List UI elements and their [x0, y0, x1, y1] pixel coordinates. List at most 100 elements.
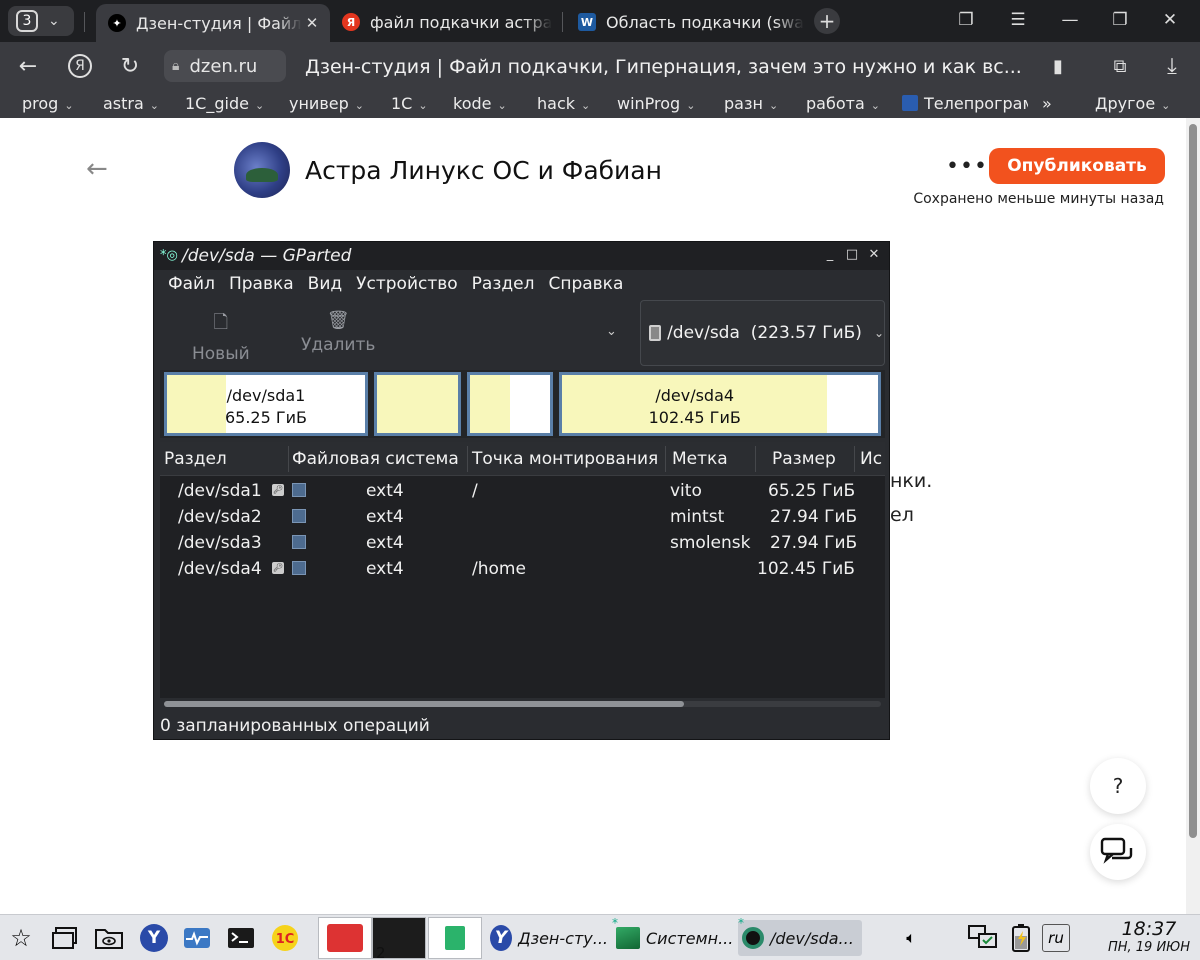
- table-horizontal-scrollbar[interactable]: [164, 701, 881, 707]
- scrollbar-thumb[interactable]: [164, 701, 684, 707]
- bookmark-folder-prog[interactable]: prog ⌄: [22, 94, 74, 113]
- tab-dzen-studio[interactable]: ✦ Дзен-студия | Файл подкачки ✕: [96, 4, 330, 42]
- keyboard-layout-indicator[interactable]: ru: [1042, 924, 1070, 952]
- bookmarks-overflow-icon[interactable]: »: [1042, 94, 1052, 113]
- bookmark-folder-razn[interactable]: разн ⌄: [724, 94, 778, 113]
- bookmark-folder-hack[interactable]: hack ⌄: [537, 94, 590, 113]
- task-yandex-browser[interactable]: Y Дзен-сту...: [486, 920, 608, 956]
- page-title-text[interactable]: Дзен-студия | Файл подкачки, Гипернация,…: [305, 56, 1022, 78]
- partition-block-sda2[interactable]: [374, 372, 461, 436]
- start-star-icon[interactable]: ☆: [6, 923, 36, 953]
- reload-icon[interactable]: ↻: [116, 52, 144, 80]
- tab-counter-button[interactable]: 3 ⌄: [8, 6, 74, 36]
- bookmark-folder-1c[interactable]: 1С ⌄: [391, 94, 428, 113]
- bookmark-icon[interactable]: ▮: [1044, 52, 1072, 80]
- bookmark-panel-icon[interactable]: ❐: [954, 10, 978, 30]
- file-manager-icon[interactable]: [94, 923, 124, 953]
- workspace-thumbnail-1[interactable]: [318, 917, 372, 959]
- network-icon[interactable]: [968, 923, 998, 953]
- channel-avatar[interactable]: [234, 142, 290, 198]
- partition-block-sda4[interactable]: /dev/sda4 102.45 ГиБ: [559, 372, 881, 436]
- column-divider[interactable]: [665, 446, 666, 472]
- back-icon[interactable]: ←: [14, 52, 42, 80]
- menu-view[interactable]: Вид: [308, 274, 342, 294]
- delete-partition-button[interactable]: 🗑︎ Удалить: [301, 310, 375, 355]
- back-arrow-icon[interactable]: ←: [86, 154, 108, 184]
- restore-icon[interactable]: ❐: [1108, 10, 1132, 30]
- column-divider[interactable]: [288, 446, 289, 472]
- more-options-icon[interactable]: •••: [946, 154, 988, 179]
- yandex-browser-icon[interactable]: Y: [140, 924, 168, 952]
- column-mountpoint[interactable]: Точка монтирования: [472, 449, 658, 469]
- close-window-icon[interactable]: ✕: [1158, 10, 1182, 30]
- task-system-monitor[interactable]: * Системн...: [612, 916, 734, 956]
- new-tab-button[interactable]: +: [814, 8, 840, 34]
- menu-partition[interactable]: Раздел: [472, 274, 535, 294]
- bookmark-label: универ: [289, 94, 349, 113]
- menu-device[interactable]: Устройство: [356, 274, 458, 294]
- partition-block-sda1[interactable]: /dev/sda1 65.25 ГиБ: [164, 372, 368, 436]
- close-tab-icon[interactable]: ✕: [302, 14, 322, 32]
- bookmark-folder-astra[interactable]: astra ⌄: [103, 94, 159, 113]
- bookmark-folder-1c-gide[interactable]: 1C_gide ⌄: [185, 94, 264, 113]
- chevron-down-icon: ⌄: [497, 99, 507, 112]
- column-label[interactable]: Метка: [672, 449, 728, 469]
- table-row[interactable]: /dev/sda4 🔑︎ ext4 /home 102.45 ГиБ: [160, 556, 885, 582]
- column-divider[interactable]: [755, 446, 756, 472]
- download-icon[interactable]: ⤓: [1158, 52, 1186, 80]
- battery-icon[interactable]: [1006, 923, 1036, 953]
- publish-button[interactable]: Опубликовать: [989, 148, 1165, 184]
- toolbar-overflow-chevron-icon[interactable]: ⌄: [606, 324, 617, 339]
- menu-help[interactable]: Справка: [548, 274, 623, 294]
- bookmark-folder-winprog[interactable]: winProg ⌄: [617, 94, 695, 113]
- system-monitor-icon[interactable]: [182, 923, 212, 953]
- terminal-icon[interactable]: [226, 923, 256, 953]
- tab-yandex-search[interactable]: Я файл подкачки астра линукс: [330, 4, 552, 40]
- gparted-window: *◎ /dev/sda — GParted _ □ ✕ Файл Правка …: [153, 241, 890, 740]
- chat-bubbles-icon: [1100, 837, 1133, 864]
- bookmark-teleprogramma[interactable]: Телепрограмма: [902, 94, 1028, 113]
- task-gparted[interactable]: * /dev/sda...: [738, 916, 862, 956]
- bookmark-folder-other[interactable]: Другое ⌄: [1095, 94, 1170, 113]
- table-row[interactable]: /dev/sda2 ext4 mintst 27.94 ГиБ: [160, 504, 885, 530]
- url-field[interactable]: 🔒︎ dzen.ru: [164, 50, 286, 82]
- maximize-icon[interactable]: □: [844, 247, 860, 262]
- menu-file[interactable]: Файл: [168, 274, 215, 294]
- table-row[interactable]: /dev/sda1 🔑︎ ext4 / vito 65.25 ГиБ: [160, 478, 885, 504]
- bookmark-folder-kode[interactable]: kode ⌄: [453, 94, 507, 113]
- extensions-icon[interactable]: ⧉: [1106, 52, 1134, 80]
- 1c-icon[interactable]: 1С: [270, 923, 300, 953]
- gparted-titlebar[interactable]: *◎ /dev/sda — GParted _ □ ✕: [154, 242, 889, 270]
- volume-icon[interactable]: 🔈︎: [896, 923, 926, 953]
- new-partition-button[interactable]: 🗋︎ Новый: [192, 310, 250, 364]
- bookmark-label: разн: [724, 94, 763, 113]
- partition-block-sda3[interactable]: [467, 372, 553, 436]
- menu-edit[interactable]: Правка: [229, 274, 294, 294]
- column-size[interactable]: Размер: [772, 449, 836, 469]
- close-icon[interactable]: ✕: [866, 247, 882, 262]
- chat-icon[interactable]: [1090, 824, 1146, 880]
- column-divider[interactable]: [467, 446, 468, 472]
- minimize-icon[interactable]: —: [1058, 10, 1082, 30]
- page-scrollbar[interactable]: [1186, 118, 1200, 914]
- column-used[interactable]: Ис: [860, 449, 882, 469]
- menu-icon[interactable]: ☰: [1006, 10, 1030, 30]
- bookmark-folder-univer[interactable]: универ ⌄: [289, 94, 364, 113]
- column-divider[interactable]: [854, 446, 855, 472]
- column-partition[interactable]: Раздел: [164, 449, 227, 469]
- clock-date: ПН, 19 ИЮН: [1107, 940, 1190, 955]
- device-selector[interactable]: /dev/sda (223.57 ГиБ) ⌄: [640, 300, 885, 366]
- help-button[interactable]: ?: [1090, 758, 1146, 814]
- workspace-thumbnail-2[interactable]: 2: [372, 917, 426, 960]
- windows-icon[interactable]: [50, 923, 80, 953]
- workspace-thumbnail-3[interactable]: [428, 917, 482, 959]
- column-filesystem[interactable]: Файловая система: [292, 449, 459, 469]
- minimize-icon[interactable]: _: [822, 247, 838, 262]
- table-row[interactable]: /dev/sda3 ext4 smolensk 27.94 ГиБ: [160, 530, 885, 556]
- yandex-home-icon[interactable]: Я: [68, 54, 92, 78]
- bookmark-folder-rabota[interactable]: работа ⌄: [806, 94, 880, 113]
- scrollbar-thumb[interactable]: [1189, 124, 1197, 838]
- clock[interactable]: 18:37 ПН, 19 ИЮН: [1108, 918, 1190, 956]
- tab-wikipedia[interactable]: W Область подкачки (swap): [566, 4, 804, 40]
- browser-tab-strip: 3 ⌄ ✦ Дзен-студия | Файл подкачки ✕ Я фа…: [0, 0, 1200, 42]
